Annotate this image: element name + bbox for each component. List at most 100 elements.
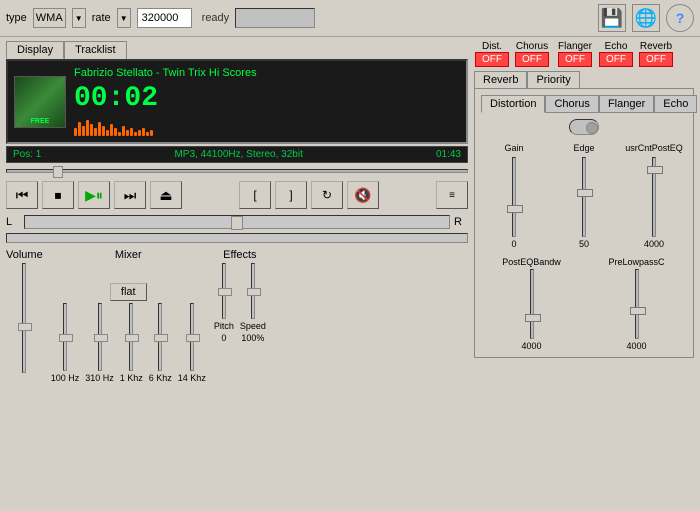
usr-value: 4000 — [644, 239, 664, 249]
mixer-handle-4[interactable] — [154, 334, 168, 342]
globe-button[interactable]: 🌐 — [632, 4, 660, 32]
speed-handle[interactable] — [247, 288, 261, 296]
bracket-left-button[interactable]: [ — [239, 181, 271, 209]
rate-value[interactable]: 320000 — [137, 8, 192, 28]
mixer-slider-1khz[interactable]: 1 Khz — [120, 303, 143, 383]
dist-label: Dist. — [476, 41, 508, 52]
next-button[interactable]: ⏭ — [114, 181, 146, 209]
prelowpass-track[interactable] — [635, 269, 639, 339]
posteq-handle[interactable] — [525, 314, 541, 322]
edge-track[interactable] — [582, 157, 586, 237]
fx-power-button[interactable] — [569, 119, 599, 135]
speed-label: Speed — [240, 321, 266, 331]
echo-toggle[interactable]: OFF — [599, 52, 633, 67]
mixer-handle-1[interactable] — [59, 334, 73, 342]
scrollbar-horizontal[interactable] — [6, 233, 468, 243]
dist-toggle[interactable]: OFF — [475, 52, 509, 67]
reverb-toggle[interactable]: OFF — [639, 52, 673, 67]
help-button[interactable]: ? — [666, 4, 694, 32]
menu-button[interactable]: ≡ — [436, 181, 468, 209]
mute-button[interactable]: 🔇 — [347, 181, 379, 209]
usr-track[interactable] — [652, 157, 656, 237]
display-tabs: Display Tracklist — [6, 41, 468, 59]
rate-label: rate — [92, 12, 111, 24]
posteq-track[interactable] — [530, 269, 534, 339]
play-pause-button[interactable]: ▶⏸ — [78, 181, 110, 209]
fx-subtab-flanger[interactable]: Flanger — [599, 95, 654, 113]
bracket-right-button[interactable]: ] — [275, 181, 307, 209]
tab-tracklist[interactable]: Tracklist — [64, 41, 127, 59]
pitch-track[interactable] — [222, 263, 226, 319]
gain-track[interactable] — [512, 157, 516, 237]
eject-button[interactable]: ⏏ — [150, 181, 182, 209]
usr-handle[interactable] — [647, 166, 663, 174]
gain-title: Gain — [504, 143, 523, 153]
fx-subtab-chorus[interactable]: Chorus — [545, 95, 598, 113]
mixer-label-1: 100 Hz — [51, 373, 80, 383]
seek-handle[interactable] — [53, 166, 63, 178]
pos-label: Pos: 1 — [13, 149, 41, 160]
flat-button[interactable]: flat — [110, 283, 147, 301]
fx-subtab-distortion[interactable]: Distortion — [481, 95, 545, 113]
left-panel: Display Tracklist FREE Fabrizio Stellato… — [6, 41, 468, 387]
mixer-handle-5[interactable] — [186, 334, 200, 342]
edge-title: Edge — [573, 143, 594, 153]
album-label: FREE — [15, 118, 65, 125]
save-button[interactable]: 💾 — [598, 4, 626, 32]
volume-track[interactable] — [22, 263, 26, 373]
volume-handle[interactable] — [18, 323, 32, 331]
mixer-handle-3[interactable] — [125, 334, 139, 342]
mixer-track-1[interactable] — [63, 303, 67, 371]
mixer-handle-2[interactable] — [94, 334, 108, 342]
balance-handle[interactable] — [231, 216, 243, 230]
pitch-slider[interactable]: Pitch 0 — [214, 263, 234, 343]
fx-tab-reverb[interactable]: Reverb — [474, 71, 527, 88]
gain-slider-col: Gain 0 — [481, 143, 547, 249]
format-info: MP3, 44100Hz, Stereo, 32bit — [174, 149, 302, 160]
toolbar: type WMA ▼ rate ▼ 320000 ready 💾 🌐 ? — [0, 0, 700, 37]
fx-subtab-echo[interactable]: Echo — [654, 95, 697, 113]
speed-slider[interactable]: Speed 100% — [240, 263, 266, 343]
rate-arrow[interactable]: ▼ — [117, 8, 131, 28]
gain-handle[interactable] — [507, 205, 523, 213]
volume-slider[interactable] — [22, 263, 26, 373]
prelowpass-title: PreLowpassC — [608, 257, 664, 267]
prev-button[interactable]: ⏮ — [6, 181, 38, 209]
chorus-toggle[interactable]: OFF — [515, 52, 549, 67]
volume-label: Volume — [6, 249, 43, 261]
fx-top-sliders: Gain 0 Edge 50 usrCntPostEQ — [481, 143, 687, 249]
pos-bar: Pos: 1 MP3, 44100Hz, Stereo, 32bit 01:43 — [6, 146, 468, 163]
type-arrow[interactable]: ▼ — [72, 8, 86, 28]
mixer-group: Mixer flat 100 Hz 310 Hz — [51, 249, 206, 383]
mixer-sliders: 100 Hz 310 Hz 1 Khz — [51, 303, 206, 383]
tab-display[interactable]: Display — [6, 41, 64, 59]
type-dropdown[interactable]: WMA — [33, 8, 66, 28]
mixer-track-2[interactable] — [98, 303, 102, 371]
flanger-toggle[interactable]: OFF — [558, 52, 592, 67]
seek-bar[interactable] — [6, 169, 468, 173]
fx-power-dot — [586, 122, 598, 134]
volume-group: Volume — [6, 249, 43, 383]
mixer-slider-310hz[interactable]: 310 Hz — [85, 303, 114, 383]
mixer-slider-100hz[interactable]: 100 Hz — [51, 303, 80, 383]
type-label: type — [6, 12, 27, 24]
prelowpass-col: PreLowpassC 4000 — [586, 257, 687, 351]
usr-title: usrCntPostEQ — [625, 143, 683, 153]
mixer-slider-14khz[interactable]: 14 Khz — [178, 303, 206, 383]
balance-slider[interactable] — [24, 215, 450, 229]
prelowpass-handle[interactable] — [630, 307, 646, 315]
repeat-button[interactable]: ↻ — [311, 181, 343, 209]
mixer-track-3[interactable] — [129, 303, 133, 371]
fx-tab-priority[interactable]: Priority — [527, 71, 579, 88]
mixer-track-4[interactable] — [158, 303, 162, 371]
speed-track[interactable] — [251, 263, 255, 319]
stop-button[interactable]: ⏹ — [42, 181, 74, 209]
edge-handle[interactable] — [577, 189, 593, 197]
mixer-track-5[interactable] — [190, 303, 194, 371]
effects-section: Pitch 0 Speed 100% — [214, 263, 266, 343]
seek-bar-container[interactable] — [6, 165, 468, 177]
balance-right-label: R — [454, 216, 468, 228]
pitch-handle[interactable] — [218, 288, 232, 296]
mixer-slider-6khz[interactable]: 6 Khz — [149, 303, 172, 383]
mixer-label: Mixer — [115, 249, 142, 261]
